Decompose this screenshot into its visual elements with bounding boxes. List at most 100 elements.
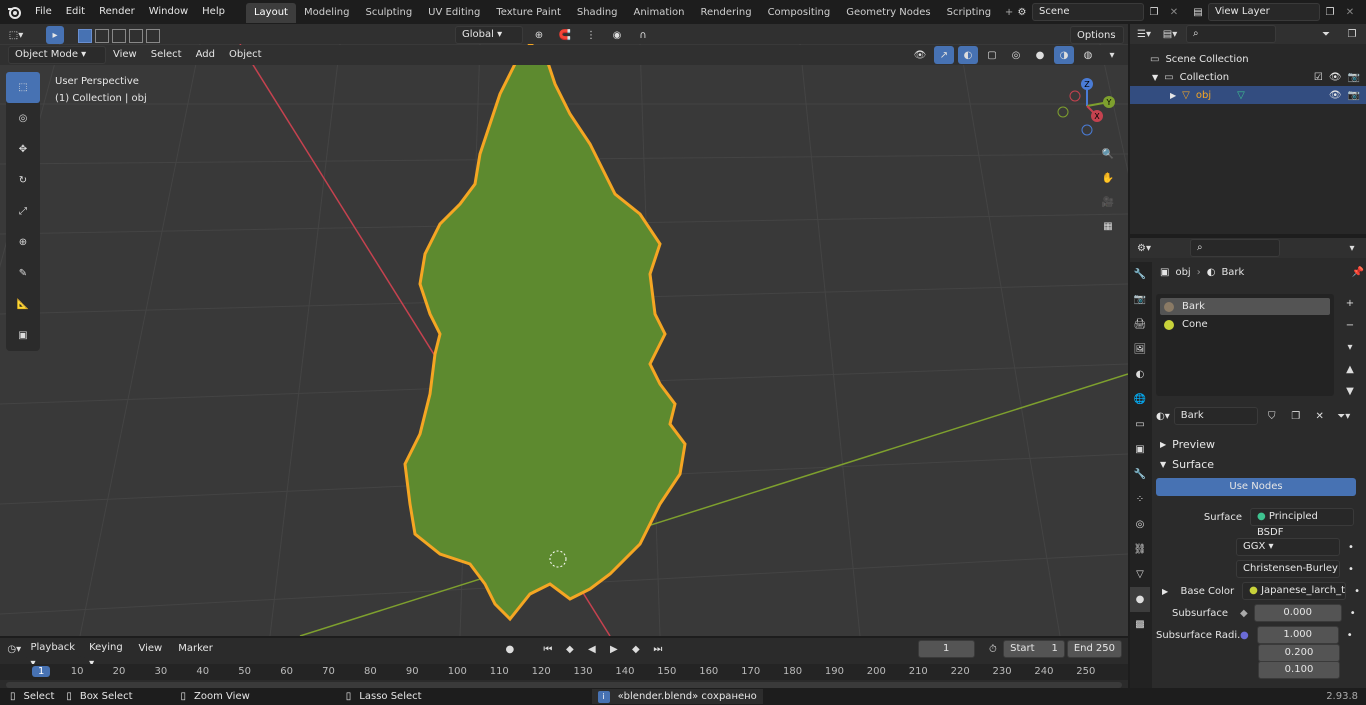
- gizmo-icon[interactable]: ↗: [934, 46, 954, 64]
- tab-layout[interactable]: Layout: [245, 3, 296, 23]
- material-slot-bark[interactable]: Bark: [1160, 298, 1330, 315]
- tab-compositing[interactable]: Compositing: [760, 3, 839, 23]
- properties-search-input[interactable]: ⌕: [1190, 239, 1280, 257]
- select-invert-icon[interactable]: [129, 29, 143, 43]
- slot-specials-icon[interactable]: ▾: [1340, 338, 1360, 356]
- play-icon[interactable]: ▶: [604, 640, 624, 658]
- mode-dropdown[interactable]: Object Mode ▾: [8, 46, 106, 64]
- select-subtract-icon[interactable]: [112, 29, 126, 43]
- timeline-menu-view[interactable]: View: [132, 639, 170, 659]
- tab-rendering[interactable]: Rendering: [692, 3, 759, 23]
- pan-hand-icon[interactable]: ✋: [1098, 166, 1118, 190]
- tab-geometry-nodes[interactable]: Geometry Nodes: [838, 3, 938, 23]
- distribution-dropdown[interactable]: GGX ▾: [1236, 538, 1340, 556]
- surface-panel-header[interactable]: ▼ Surface: [1156, 454, 1364, 474]
- overlays-icon[interactable]: ◐: [958, 46, 978, 64]
- tab-shading[interactable]: Shading: [569, 3, 626, 23]
- outliner-display-mode-icon[interactable]: ▤▾: [1160, 25, 1180, 43]
- properties-editor-type-icon[interactable]: ⚙▾: [1134, 239, 1154, 257]
- record-icon[interactable]: ●: [500, 640, 520, 658]
- transform-tool-icon[interactable]: ⊕: [6, 227, 40, 258]
- add-slot-icon[interactable]: +: [1340, 294, 1360, 312]
- camera-icon[interactable]: 📷: [1348, 72, 1360, 83]
- scene-icon[interactable]: ⚙: [1012, 3, 1032, 21]
- preview-panel-header[interactable]: ▶ Preview: [1156, 434, 1364, 454]
- view-layer-icon[interactable]: ▤: [1188, 3, 1208, 21]
- material-shading-icon[interactable]: ◑: [1054, 46, 1074, 64]
- subsurface-radius-z[interactable]: 0.100: [1258, 660, 1340, 679]
- material-tab-icon[interactable]: ●: [1130, 587, 1150, 612]
- next-keyframe-icon[interactable]: ◆: [626, 640, 646, 658]
- move-slot-up-icon[interactable]: ▲: [1340, 360, 1360, 378]
- texture-tab-icon[interactable]: ▩: [1130, 612, 1150, 637]
- falloff-icon[interactable]: ∩: [633, 26, 653, 44]
- subsurface-value-field[interactable]: 0.000: [1253, 604, 1342, 622]
- output-tab-icon[interactable]: 🖨: [1130, 312, 1150, 337]
- base-color-field[interactable]: ● Japanese_larch_tree...: [1242, 582, 1347, 600]
- use-nodes-button[interactable]: Use Nodes: [1156, 478, 1356, 496]
- constraints-tab-icon[interactable]: ⛓: [1130, 537, 1150, 562]
- move-slot-down-icon[interactable]: ▼: [1340, 382, 1360, 400]
- menu-edit[interactable]: Edit: [59, 0, 92, 24]
- annotate-tool-icon[interactable]: ✎: [6, 258, 40, 289]
- transform-orientation-dropdown[interactable]: Global ▾: [455, 26, 523, 44]
- menu-help[interactable]: Help: [195, 0, 232, 24]
- outliner-row-obj[interactable]: ▶ ▽ obj ▽ 👁 📷: [1130, 86, 1366, 104]
- menu-render[interactable]: Render: [92, 0, 142, 24]
- material-browse-icon[interactable]: ◐▾: [1156, 411, 1170, 422]
- material-name-field[interactable]: Bark: [1173, 407, 1258, 425]
- tab-scripting[interactable]: Scripting: [939, 3, 999, 23]
- remove-slot-icon[interactable]: −: [1340, 316, 1360, 334]
- object-tab-icon[interactable]: ▣: [1130, 437, 1150, 462]
- surface-shader-field[interactable]: ● Principled BSDF: [1250, 508, 1354, 538]
- select-tool-icon[interactable]: ▸: [46, 26, 64, 44]
- outliner-row-collection[interactable]: ▼ ▭ Collection ☑ 👁 📷: [1130, 68, 1366, 86]
- snap-target-icon[interactable]: ⋮: [581, 26, 601, 44]
- scene-tab-icon[interactable]: ◐: [1130, 362, 1150, 387]
- wireframe-shading-icon[interactable]: ◎: [1006, 46, 1026, 64]
- unlink-material-icon[interactable]: ✕: [1310, 407, 1330, 425]
- modifier-tab-icon[interactable]: 🔧: [1130, 462, 1150, 487]
- timeline-editor-type-icon[interactable]: ◷▾: [6, 640, 22, 658]
- end-frame-field[interactable]: End 250: [1066, 640, 1122, 658]
- editor-type-icon[interactable]: ⬚▾: [6, 26, 26, 44]
- outliner-row-scene-collection[interactable]: ▭ Scene Collection: [1130, 50, 1366, 68]
- fake-user-shield-icon[interactable]: ⛉: [1262, 407, 1282, 425]
- shading-options-icon[interactable]: ▾: [1102, 46, 1122, 64]
- view-layer-tab-icon[interactable]: 🖼: [1130, 337, 1150, 362]
- solid-shading-icon[interactable]: ●: [1030, 46, 1050, 64]
- add-cube-tool-icon[interactable]: ▣: [6, 320, 40, 351]
- eye-icon[interactable]: 👁: [1329, 72, 1342, 83]
- rotate-tool-icon[interactable]: ↻: [6, 165, 40, 196]
- socket-icon[interactable]: ●: [1240, 630, 1249, 641]
- 3d-viewport[interactable]: [0, 44, 1128, 636]
- scene-name-field[interactable]: Scene: [1032, 3, 1144, 21]
- eye-icon[interactable]: 👁: [1329, 90, 1342, 101]
- material-slot-cone[interactable]: Cone: [1160, 316, 1330, 333]
- physics-tab-icon[interactable]: ◎: [1130, 512, 1150, 537]
- view-layer-close-icon[interactable]: ✕: [1340, 3, 1360, 21]
- status-message[interactable]: i «blender.blend» сохранено: [591, 689, 763, 704]
- tab-modeling[interactable]: Modeling: [296, 3, 358, 23]
- select-extend-icon[interactable]: [95, 29, 109, 43]
- viewport-menu-object[interactable]: Object: [222, 45, 269, 65]
- keying-menu[interactable]: Keying ▾: [83, 640, 130, 669]
- timeline-ruler[interactable]: 1 10 20 30 40 50 60 70 80 90 100 110 120 130 140 150 160…: [0, 664, 1128, 680]
- scene-copy-icon[interactable]: ❐: [1144, 3, 1164, 21]
- outliner-editor-type-icon[interactable]: ☰▾: [1134, 25, 1154, 43]
- select-box-tool-icon[interactable]: ⬚: [6, 72, 40, 103]
- outliner-filter-icon[interactable]: ⏷: [1316, 25, 1336, 43]
- proportional-edit-icon[interactable]: ◉: [607, 26, 627, 44]
- data-tab-icon[interactable]: ▽: [1130, 562, 1150, 587]
- tool-tab-icon[interactable]: 🔧: [1130, 262, 1150, 287]
- exclude-checkbox-icon[interactable]: ☑: [1314, 72, 1323, 83]
- keyframe-dot-icon[interactable]: •: [1350, 608, 1356, 619]
- outliner-new-collection-icon[interactable]: ❐: [1342, 25, 1362, 43]
- select-new-icon[interactable]: [78, 29, 92, 43]
- timeline-menu-marker[interactable]: Marker: [171, 639, 220, 659]
- tab-animation[interactable]: Animation: [626, 3, 693, 23]
- properties-options-icon[interactable]: ▾: [1342, 239, 1362, 257]
- outliner-search-input[interactable]: ⌕: [1186, 25, 1276, 43]
- cursor-tool-icon[interactable]: ◎: [6, 103, 40, 134]
- jump-end-icon[interactable]: ⏭: [648, 640, 668, 658]
